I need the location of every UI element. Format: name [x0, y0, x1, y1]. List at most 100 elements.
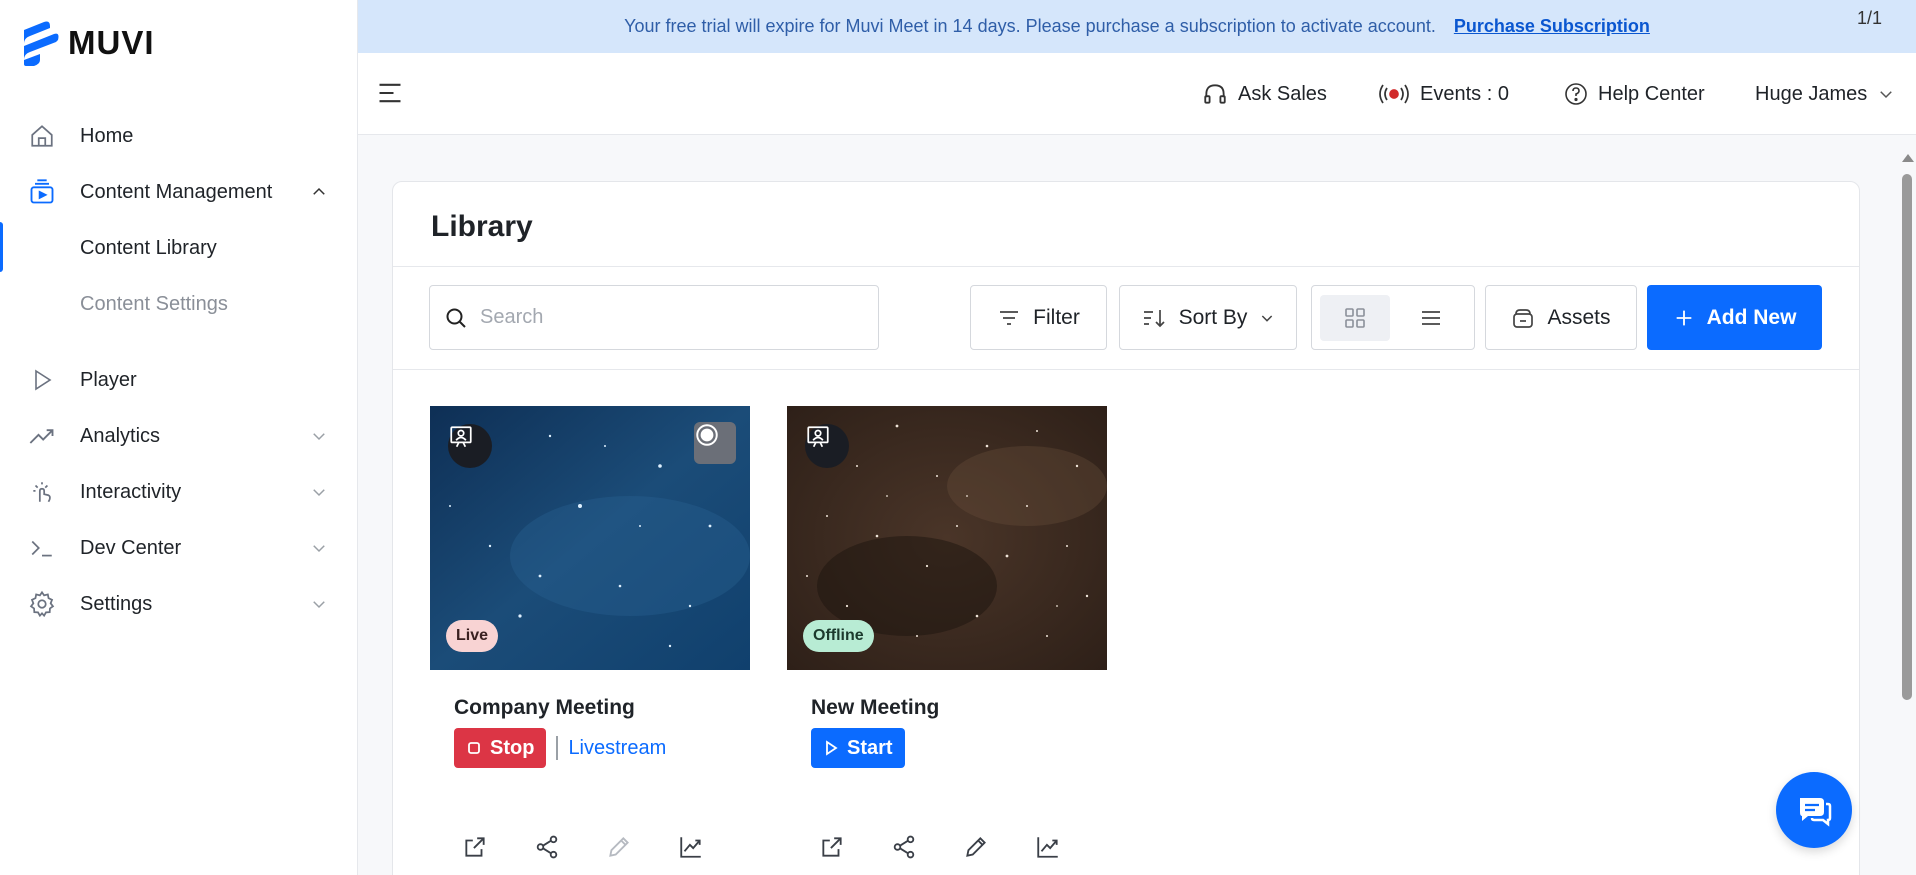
assets-button[interactable]: Assets: [1485, 285, 1637, 350]
meeting-icon: [805, 424, 849, 468]
sidebar-item-label: Analytics: [80, 424, 161, 447]
hamburger-menu-icon[interactable]: [376, 79, 404, 107]
sidebar-item-interactivity[interactable]: Interactivity: [0, 468, 358, 516]
ask-sales-button[interactable]: Ask Sales: [1202, 53, 1327, 135]
terminal-icon: [28, 534, 56, 562]
sidebar-item-home[interactable]: Home: [0, 112, 358, 160]
brand-name: MUVI: [68, 24, 155, 61]
filter-button[interactable]: Filter: [970, 285, 1107, 350]
divider: [393, 369, 1859, 370]
search-box[interactable]: [429, 285, 879, 350]
user-name: Huge James: [1755, 82, 1868, 105]
sidebar-item-content-management[interactable]: Content Management: [0, 168, 358, 216]
chevron-down-icon[interactable]: [310, 595, 328, 613]
sort-by-button[interactable]: Sort By: [1119, 285, 1297, 350]
share-icon[interactable]: [889, 832, 919, 862]
chevron-down-icon[interactable]: [310, 427, 328, 445]
trial-message: Your free trial will expire for Muvi Mee…: [624, 16, 1436, 36]
sidebar-item-label: Content Settings: [80, 292, 228, 315]
play-icon: [826, 740, 838, 756]
plus-icon: [1676, 310, 1691, 325]
tile-thumbnail[interactable]: Offline: [787, 406, 1107, 670]
livestream-link[interactable]: Livestream: [568, 737, 666, 760]
muvi-logo-icon: [24, 21, 59, 66]
chevron-down-icon[interactable]: [310, 539, 328, 557]
sidebar-item-label: Settings: [80, 592, 153, 615]
analytics-chart-icon[interactable]: [1033, 832, 1063, 862]
start-label: Start: [847, 736, 893, 759]
top-bar: Ask Sales Events : 0 Help Center Huge Ja…: [358, 53, 1916, 135]
analytics-icon: [28, 422, 56, 450]
separator: [556, 736, 559, 760]
tile-actions: Stop Livestream: [454, 728, 666, 768]
help-icon: [1565, 83, 1587, 105]
assets-icon: [1513, 308, 1534, 328]
scroll-thumb[interactable]: [1902, 174, 1912, 700]
purchase-subscription-link[interactable]: Purchase Subscription: [1454, 16, 1650, 37]
start-button[interactable]: Start: [811, 728, 905, 768]
play-icon: [28, 366, 56, 394]
tile-tools: [817, 832, 1063, 862]
filter-icon: [1000, 310, 1019, 325]
chevron-down-icon: [1262, 314, 1273, 322]
open-external-icon[interactable]: [817, 832, 847, 862]
open-external-icon[interactable]: [460, 832, 490, 862]
content-management-icon: [28, 178, 56, 206]
brand-logo[interactable]: MUVI: [20, 20, 155, 66]
record-icon[interactable]: [694, 422, 736, 464]
tile-title[interactable]: New Meeting: [811, 696, 939, 720]
scroll-up-arrow[interactable]: [1902, 154, 1914, 162]
tile-thumbnail[interactable]: Live: [430, 406, 750, 670]
analytics-chart-icon[interactable]: [676, 832, 706, 862]
sidebar-item-dev-center[interactable]: Dev Center: [0, 524, 358, 572]
sidebar-item-analytics[interactable]: Analytics: [0, 412, 358, 460]
sidebar-item-player[interactable]: Player: [0, 356, 358, 404]
stop-icon: [468, 742, 480, 754]
page-title: Library: [431, 210, 533, 243]
vertical-scrollbar[interactable]: [1900, 150, 1914, 875]
edit-icon[interactable]: [961, 832, 991, 862]
chevron-down-icon[interactable]: [310, 483, 328, 501]
edit-icon: [604, 832, 634, 862]
add-new-button[interactable]: Add New: [1647, 285, 1822, 350]
view-toggle: [1311, 285, 1475, 350]
search-icon: [446, 308, 466, 328]
events-button[interactable]: Events : 0: [1378, 53, 1509, 135]
stop-button[interactable]: Stop: [454, 728, 547, 768]
user-menu[interactable]: Huge James: [1755, 53, 1895, 135]
sort-icon: [1143, 309, 1165, 327]
sidebar-item-settings[interactable]: Settings: [0, 580, 358, 628]
chevron-up-icon[interactable]: [310, 183, 328, 201]
tile-title[interactable]: Company Meeting: [454, 696, 635, 720]
home-icon: [28, 122, 56, 150]
library-card: Library Filter Sort By Assets: [392, 181, 1860, 875]
broadcast-icon: [1379, 84, 1409, 104]
grid-view-icon[interactable]: [1320, 294, 1390, 341]
chevron-down-icon: [1880, 91, 1893, 99]
help-center-label: Help Center: [1598, 82, 1705, 105]
sidebar-item-label: Player: [80, 368, 137, 391]
tile-actions: Start: [811, 728, 905, 768]
sidebar-item-label: Content Library: [80, 236, 217, 259]
search-input[interactable]: [480, 306, 860, 329]
sidebar-item-label: Home: [80, 124, 134, 147]
tile-tools: [460, 832, 706, 862]
trial-banner: Your free trial will expire for Muvi Mee…: [358, 0, 1916, 53]
sort-by-label: Sort By: [1178, 305, 1248, 329]
help-center-button[interactable]: Help Center: [1564, 53, 1705, 135]
stop-label: Stop: [490, 736, 535, 759]
status-badge: Live: [446, 620, 499, 652]
sidebar-item-content-settings[interactable]: Content Settings: [0, 280, 358, 328]
assets-label: Assets: [1547, 305, 1611, 329]
chat-button[interactable]: [1776, 772, 1852, 848]
sidebar-item-label: Content Management: [80, 180, 273, 203]
sidebar-item-content-library[interactable]: Content Library: [0, 224, 358, 272]
filter-label: Filter: [1033, 305, 1080, 329]
main-content: Library Filter Sort By Assets: [358, 135, 1916, 875]
chat-icon: [1800, 798, 1832, 827]
sidebar-item-label: Dev Center: [80, 536, 182, 559]
list-view-icon[interactable]: [1396, 295, 1466, 341]
share-icon[interactable]: [532, 832, 562, 862]
headset-icon: [1204, 84, 1226, 104]
divider: [393, 266, 1859, 267]
